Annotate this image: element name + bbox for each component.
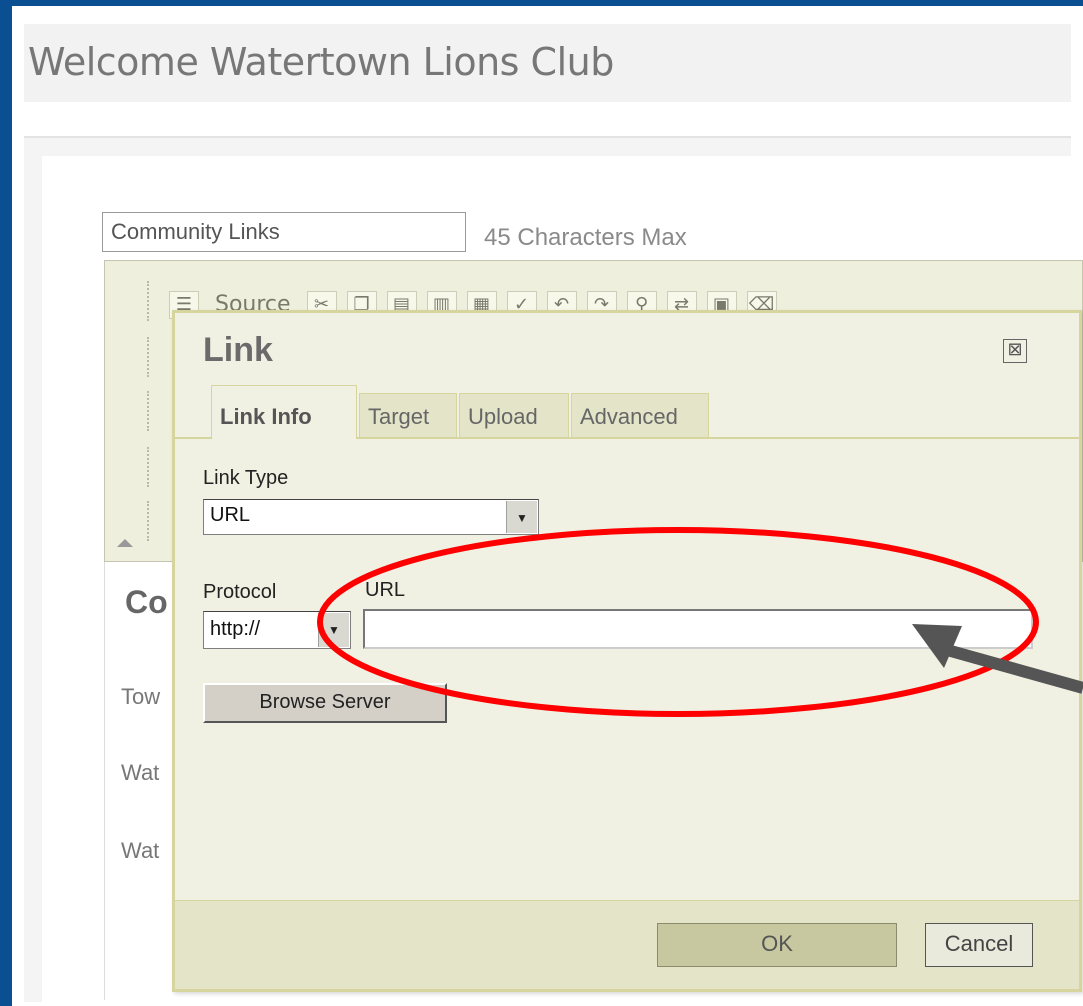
protocol-value: http:// (210, 618, 261, 640)
protocol-label: Protocol (203, 581, 277, 603)
toolbar-grip[interactable] (147, 391, 155, 431)
url-input[interactable] (363, 609, 1033, 649)
editor-line: Wat (121, 838, 160, 863)
browse-server-button[interactable]: Browse Server (203, 683, 447, 723)
toolbar-grip[interactable] (147, 281, 155, 321)
tab-upload[interactable]: Upload (459, 393, 569, 437)
editor-line: Tow (121, 684, 161, 709)
editor-line: Wat (121, 760, 160, 785)
dialog-title: Link (203, 331, 273, 369)
collapse-toolbar-icon[interactable] (117, 539, 133, 547)
page-title: Welcome Watertown Lions Club (28, 40, 614, 84)
welcome-bar: Welcome Watertown Lions Club (24, 24, 1071, 102)
link-type-value: URL (210, 504, 251, 526)
dialog-tabs: Link Info Target Upload Advanced (175, 385, 1079, 439)
tab-advanced[interactable]: Advanced (571, 393, 709, 437)
max-characters-note: 45 Characters Max (484, 224, 687, 251)
ok-button[interactable]: OK (657, 923, 897, 967)
link-type-label: Link Type (203, 467, 289, 489)
url-label: URL (365, 579, 406, 601)
tab-target[interactable]: Target (359, 393, 457, 437)
close-icon[interactable]: ⊠ (1003, 339, 1027, 363)
dialog-footer: OK Cancel (175, 900, 1079, 989)
chevron-down-icon[interactable]: ▼ (318, 613, 349, 647)
toolbar-grip[interactable] (147, 447, 155, 487)
tab-link-info[interactable]: Link Info (211, 385, 357, 439)
chevron-down-icon[interactable]: ▼ (506, 501, 537, 533)
protocol-select[interactable]: http:// ▼ (203, 611, 351, 649)
toolbar-grip[interactable] (147, 501, 155, 541)
link-dialog: Link ⊠ Link Info Target Upload Advanced … (172, 310, 1082, 992)
cancel-button[interactable]: Cancel (925, 923, 1033, 967)
toolbar-grip[interactable] (147, 337, 155, 377)
editor-heading: Co (125, 584, 168, 620)
title-input[interactable] (102, 212, 466, 252)
link-type-select[interactable]: URL ▼ (203, 499, 539, 535)
